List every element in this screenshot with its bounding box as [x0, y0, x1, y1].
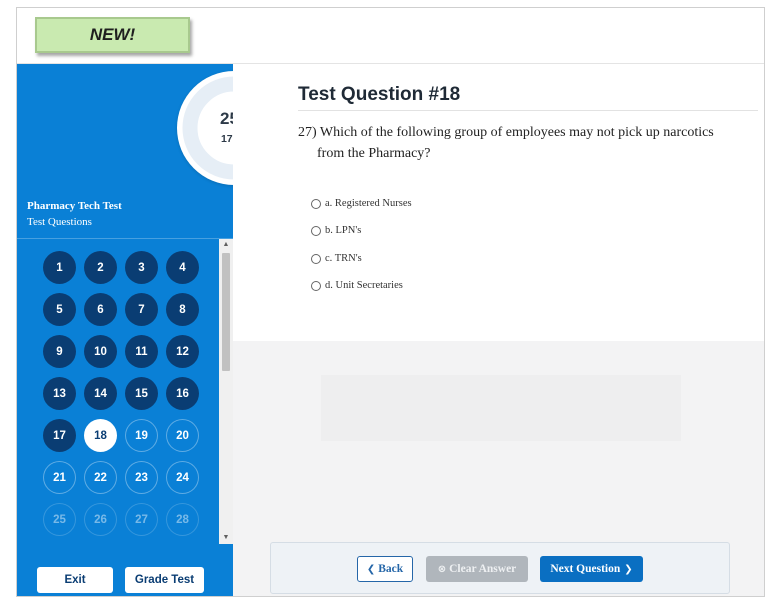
answer-option-label: c. TRN's [325, 253, 362, 264]
chevron-right-icon: ❯ [624, 563, 633, 575]
question-button-6[interactable]: 6 [84, 293, 117, 326]
question-button-27[interactable]: 27 [125, 503, 158, 536]
question-button-2[interactable]: 2 [84, 251, 117, 284]
question-button-19[interactable]: 19 [125, 419, 158, 452]
answer-option-label: b. LPN's [325, 225, 362, 236]
next-question-label: Next Question [550, 563, 621, 575]
question-button-1[interactable]: 1 [43, 251, 76, 284]
question-panel: Test Question #18 27) Which of the follo… [233, 64, 764, 341]
question-button-24[interactable]: 24 [166, 461, 199, 494]
grade-test-button[interactable]: Grade Test [125, 567, 204, 593]
question-button-18[interactable]: 18 [84, 419, 117, 452]
question-grid-scrollbar[interactable]: ▲ ▼ [219, 239, 233, 544]
question-button-13[interactable]: 13 [43, 377, 76, 410]
question-button-11[interactable]: 11 [125, 335, 158, 368]
question-grid: 1 2 3 4 5 6 7 8 9 10 11 12 13 14 15 16 17 18 19 20 21 22 23 24 2… [17, 239, 219, 544]
times-circle-icon: ⊗ [437, 563, 447, 575]
question-button-14[interactable]: 14 [84, 377, 117, 410]
question-button-28[interactable]: 28 [166, 503, 199, 536]
sidebar: 25% 17 / 67 Pharmacy Tech Test Test Ques… [17, 64, 291, 596]
question-text: 27) Which of the following group of empl… [298, 125, 714, 161]
question-button-7[interactable]: 7 [125, 293, 158, 326]
test-subtitle: Test Questions [27, 216, 92, 228]
question-button-16[interactable]: 16 [166, 377, 199, 410]
question-button-10[interactable]: 10 [84, 335, 117, 368]
new-badge-label: NEW! [89, 25, 136, 44]
answer-option-label: d. Unit Secretaries [325, 280, 403, 291]
answer-option-b[interactable]: b. LPN's [311, 225, 361, 236]
exit-button[interactable]: Exit [37, 567, 113, 593]
question-button-22[interactable]: 22 [84, 461, 117, 494]
chevron-left-icon: ❮ [366, 563, 376, 575]
question-button-8[interactable]: 8 [166, 293, 199, 326]
question-button-21[interactable]: 21 [43, 461, 76, 494]
question-button-26[interactable]: 26 [84, 503, 117, 536]
clear-answer-label: Clear Answer [449, 563, 517, 575]
answer-option-a[interactable]: a. Registered Nurses [311, 198, 412, 209]
back-button[interactable]: ❮ Back [357, 556, 413, 582]
heading-divider [298, 110, 758, 111]
question-button-3[interactable]: 3 [125, 251, 158, 284]
lower-area: ❮ Back ⊗ Clear Answer Next Question ❯ [233, 341, 764, 596]
question-button-15[interactable]: 15 [125, 377, 158, 410]
answer-option-d[interactable]: d. Unit Secretaries [311, 280, 403, 291]
answer-option-c[interactable]: c. TRN's [311, 253, 362, 264]
question-heading: Test Question #18 [298, 84, 461, 105]
question-button-9[interactable]: 9 [43, 335, 76, 368]
blank-panel [321, 375, 681, 441]
question-button-23[interactable]: 23 [125, 461, 158, 494]
navigation-bar: ❮ Back ⊗ Clear Answer Next Question ❯ [270, 542, 730, 594]
question-button-17[interactable]: 17 [43, 419, 76, 452]
answer-option-label: a. Registered Nurses [325, 198, 412, 209]
question-button-4[interactable]: 4 [166, 251, 199, 284]
test-title: Pharmacy Tech Test [27, 200, 122, 212]
app-frame: NEW! 25% 17 / 67 Pharmacy Tech Test Test… [16, 7, 765, 597]
scroll-thumb[interactable] [222, 253, 230, 371]
back-button-label: Back [378, 563, 404, 575]
next-question-button[interactable]: Next Question ❯ [540, 556, 643, 582]
clear-answer-button[interactable]: ⊗ Clear Answer [426, 556, 528, 582]
new-badge: NEW! [35, 17, 190, 53]
radio-button[interactable] [311, 225, 321, 236]
question-button-25[interactable]: 25 [43, 503, 76, 536]
radio-button[interactable] [311, 198, 321, 209]
scroll-up-arrow-icon[interactable]: ▲ [219, 239, 233, 251]
radio-button[interactable] [311, 280, 321, 291]
question-button-20[interactable]: 20 [166, 419, 199, 452]
question-button-5[interactable]: 5 [43, 293, 76, 326]
top-bar: NEW! [17, 8, 764, 64]
radio-button[interactable] [311, 253, 321, 264]
scroll-down-arrow-icon[interactable]: ▼ [219, 532, 233, 544]
question-button-12[interactable]: 12 [166, 335, 199, 368]
